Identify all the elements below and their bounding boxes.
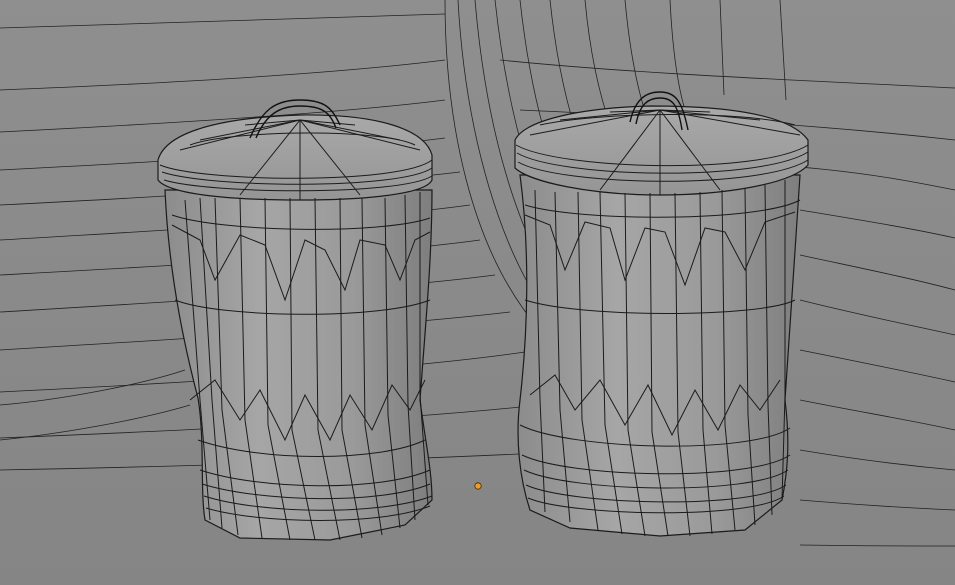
object-origin-marker[interactable] [474, 482, 482, 490]
backdrop-mesh [0, 0, 955, 585]
trash-can-right[interactable] [514, 91, 809, 537]
3d-viewport[interactable] [0, 0, 955, 585]
